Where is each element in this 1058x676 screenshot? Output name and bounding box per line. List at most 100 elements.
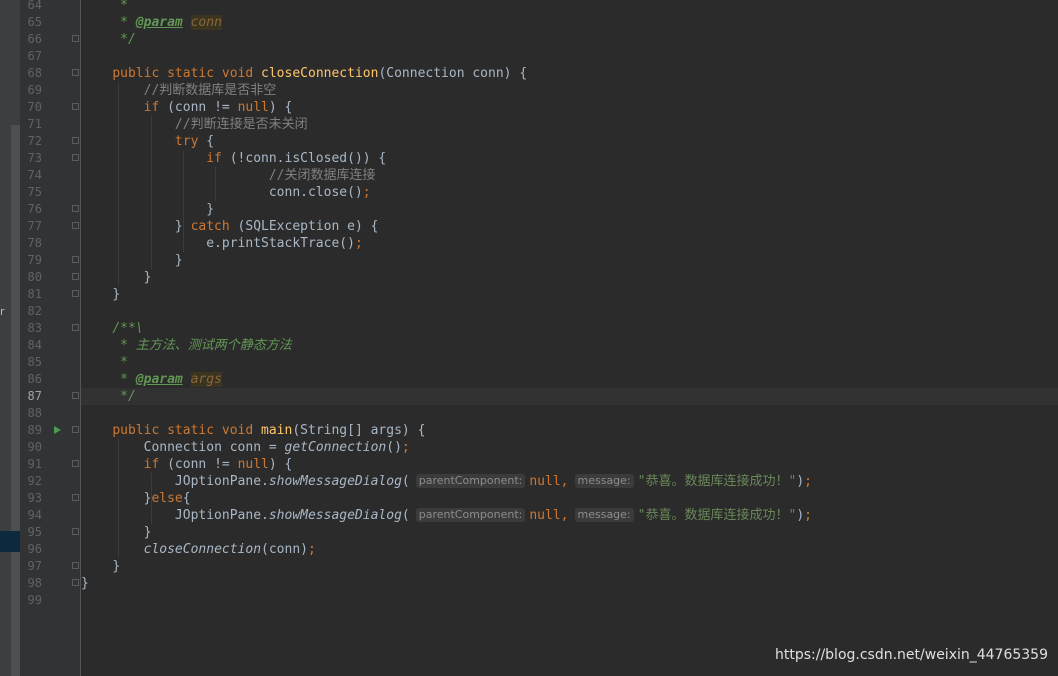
code-line[interactable]: } <box>81 575 1058 592</box>
line-number[interactable]: 85 <box>20 354 42 371</box>
line-number[interactable]: 71 <box>20 116 42 133</box>
line-number[interactable]: 74 <box>20 167 42 184</box>
line-number[interactable]: 97 <box>20 558 42 575</box>
line-number[interactable]: 80 <box>20 269 42 286</box>
code-token: catch <box>190 219 238 234</box>
line-number[interactable]: 98 <box>20 575 42 592</box>
code-line[interactable]: } <box>81 286 1058 303</box>
line-number[interactable]: 94 <box>20 507 42 524</box>
line-number[interactable]: 64 <box>20 0 42 14</box>
code-line[interactable] <box>81 592 1058 609</box>
line-number[interactable]: 89 <box>20 422 42 439</box>
code-line[interactable]: * <box>81 354 1058 371</box>
line-number[interactable]: 82 <box>20 303 42 320</box>
fold-marker-icon[interactable] <box>72 154 79 161</box>
code-token: //关闭数据库连接 <box>268 168 376 183</box>
line-number[interactable]: 92 <box>20 473 42 490</box>
code-line[interactable]: * @param args <box>81 371 1058 388</box>
line-number[interactable]: 70 <box>20 99 42 116</box>
line-number[interactable]: 77 <box>20 218 42 235</box>
line-number[interactable]: 75 <box>20 184 42 201</box>
line-number[interactable]: 84 <box>20 337 42 354</box>
code-line[interactable]: * 主方法、测试两个静态方法 <box>81 337 1058 354</box>
code-line[interactable]: JOptionPane.showMessageDialog(parentComp… <box>81 473 1058 490</box>
code-line[interactable]: JOptionPane.showMessageDialog(parentComp… <box>81 507 1058 524</box>
line-number[interactable]: 69 <box>20 82 42 99</box>
line-number[interactable]: 95 <box>20 524 42 541</box>
run-gutter-icon[interactable] <box>54 426 61 434</box>
code-line[interactable]: }else{ <box>81 490 1058 507</box>
line-number[interactable]: 96 <box>20 541 42 558</box>
fold-marker-icon[interactable] <box>72 256 79 263</box>
fold-marker-icon[interactable] <box>72 426 79 433</box>
code-line[interactable]: if (!conn.isClosed()) { <box>81 150 1058 167</box>
code-line[interactable]: public static void closeConnection(Conne… <box>81 65 1058 82</box>
code-line[interactable]: * @param conn <box>81 14 1058 31</box>
code-editor[interactable]: * * @param conn */ public static void cl… <box>81 0 1058 676</box>
fold-marker-icon[interactable] <box>72 392 79 399</box>
line-number[interactable]: 68 <box>20 65 42 82</box>
fold-marker-icon[interactable] <box>72 103 79 110</box>
editor-gutter[interactable]: 64 65 66 67 68 69 70 71 72 73 74 75 76 77 78 79 80 81 82 83… <box>20 0 81 676</box>
line-number[interactable]: 87 <box>20 388 42 405</box>
fold-marker-icon[interactable] <box>72 460 79 467</box>
fold-marker-icon[interactable] <box>72 35 79 42</box>
line-number[interactable]: 76 <box>20 201 42 218</box>
code-line[interactable]: //判断连接是否未关闭 <box>81 116 1058 133</box>
fold-marker-icon[interactable] <box>72 222 79 229</box>
code-line[interactable]: //关闭数据库连接 <box>81 167 1058 184</box>
line-number[interactable]: 86 <box>20 371 42 388</box>
code-line[interactable]: public static void main(String[] args) { <box>81 422 1058 439</box>
code-line[interactable]: * <box>81 0 1058 14</box>
code-line[interactable]: } <box>81 558 1058 575</box>
line-number[interactable]: 81 <box>20 286 42 303</box>
side-scrollbar[interactable] <box>11 125 20 676</box>
code-line[interactable]: Connection conn = getConnection(); <box>81 439 1058 456</box>
line-number[interactable]: 66 <box>20 31 42 48</box>
line-number[interactable]: 83 <box>20 320 42 337</box>
code-line[interactable]: } catch (SQLException e) { <box>81 218 1058 235</box>
fold-marker-icon[interactable] <box>72 69 79 76</box>
code-line[interactable]: */ <box>81 388 1058 405</box>
code-line[interactable]: } <box>81 524 1058 541</box>
fold-marker-icon[interactable] <box>72 137 79 144</box>
line-number[interactable]: 72 <box>20 133 42 150</box>
line-number[interactable]: 90 <box>20 439 42 456</box>
fold-marker-icon[interactable] <box>72 205 79 212</box>
fold-marker-icon[interactable] <box>72 528 79 535</box>
code-line[interactable]: } <box>81 252 1058 269</box>
code-line[interactable]: */ <box>81 31 1058 48</box>
fold-marker-icon[interactable] <box>72 562 79 569</box>
line-number[interactable]: 73 <box>20 150 42 167</box>
code-line[interactable]: } <box>81 201 1058 218</box>
gutter-row: 75 <box>20 184 80 201</box>
code-line[interactable]: //判断数据库是否非空 <box>81 82 1058 99</box>
code-line[interactable]: e.printStackTrace(); <box>81 235 1058 252</box>
code-line[interactable]: if (conn != null) { <box>81 456 1058 473</box>
line-number[interactable]: 65 <box>20 14 42 31</box>
line-number[interactable]: 93 <box>20 490 42 507</box>
line-number[interactable]: 79 <box>20 252 42 269</box>
code-line[interactable]: if (conn != null) { <box>81 99 1058 116</box>
line-number[interactable]: 91 <box>20 456 42 473</box>
line-number[interactable]: 99 <box>20 592 42 609</box>
fold-marker-icon[interactable] <box>72 579 79 586</box>
code-line[interactable] <box>81 303 1058 320</box>
code-line[interactable]: conn.close(); <box>81 184 1058 201</box>
line-number[interactable]: 78 <box>20 235 42 252</box>
code-line[interactable]: closeConnection(conn); <box>81 541 1058 558</box>
code-line[interactable] <box>81 405 1058 422</box>
code-line[interactable]: try { <box>81 133 1058 150</box>
line-number[interactable]: 67 <box>20 48 42 65</box>
fold-marker-icon[interactable] <box>72 290 79 297</box>
fold-marker-icon[interactable] <box>72 494 79 501</box>
code-token: () <box>386 440 402 455</box>
code-line[interactable] <box>81 48 1058 65</box>
code-line[interactable]: /**\ <box>81 320 1058 337</box>
code-line[interactable]: } <box>81 269 1058 286</box>
fold-marker-icon[interactable] <box>72 273 79 280</box>
gutter-row: 84 <box>20 337 80 354</box>
line-number[interactable]: 88 <box>20 405 42 422</box>
fold-marker-icon[interactable] <box>72 324 79 331</box>
